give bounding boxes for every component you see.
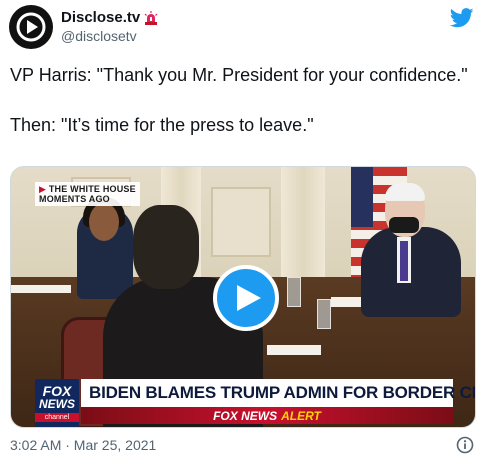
alert-word: ALERT (281, 408, 321, 423)
headline-text: BIDEN BLAMES TRUMP ADMIN FOR BORDER CRIS… (89, 383, 476, 402)
video-media[interactable]: ▶ THE WHITE HOUSE MOMENTS AGO FOX NEWS c… (10, 166, 476, 428)
news-lower-third: FOX NEWS channel BIDEN BLAMES TRUMP ADMI… (11, 377, 475, 427)
white-house-label: ▶ THE WHITE HOUSE MOMENTS AGO (35, 182, 140, 206)
author-name-row: Disclose.tv (61, 9, 158, 26)
siren-icon (144, 10, 158, 25)
person-right (361, 227, 461, 317)
fox-news-logo: FOX NEWS channel (35, 379, 79, 427)
avatar[interactable] (9, 5, 53, 49)
author-display-name[interactable]: Disclose.tv (61, 9, 140, 26)
logo-channel: channel (35, 413, 79, 422)
flag-canton (351, 167, 373, 227)
info-icon[interactable] (456, 436, 474, 454)
tie (400, 241, 408, 281)
overlay-label-line1: THE WHITE HOUSE (48, 184, 136, 194)
alert-brand: FOX NEWS (213, 408, 278, 423)
person-right-hair (385, 183, 425, 201)
triangle-icon: ▶ (39, 184, 49, 194)
tweet-timestamp[interactable]: 3:02 AM · Mar 25, 2021 (10, 437, 156, 453)
twitter-bird-icon[interactable] (450, 8, 474, 28)
news-headline: BIDEN BLAMES TRUMP ADMIN FOR BORDER CRIS… (81, 379, 475, 407)
logo-news: NEWS (39, 397, 75, 411)
news-alert-bar: FOX NEWS ALERT (81, 407, 453, 424)
author-handle[interactable]: @disclosetv (61, 28, 137, 44)
water-glass (287, 277, 301, 307)
face-mask (389, 217, 419, 233)
logo-word: FOX (42, 383, 72, 399)
paper (11, 285, 71, 293)
water-glass (317, 299, 331, 329)
play-button[interactable] (213, 265, 279, 331)
tweet-text: VP Harris: "Thank you Mr. President for … (10, 65, 468, 135)
disclose-logo-icon (16, 12, 46, 42)
paper (267, 345, 321, 355)
play-icon (236, 285, 261, 311)
overlay-label-line2: MOMENTS AGO (39, 194, 110, 204)
pillar (281, 167, 325, 287)
